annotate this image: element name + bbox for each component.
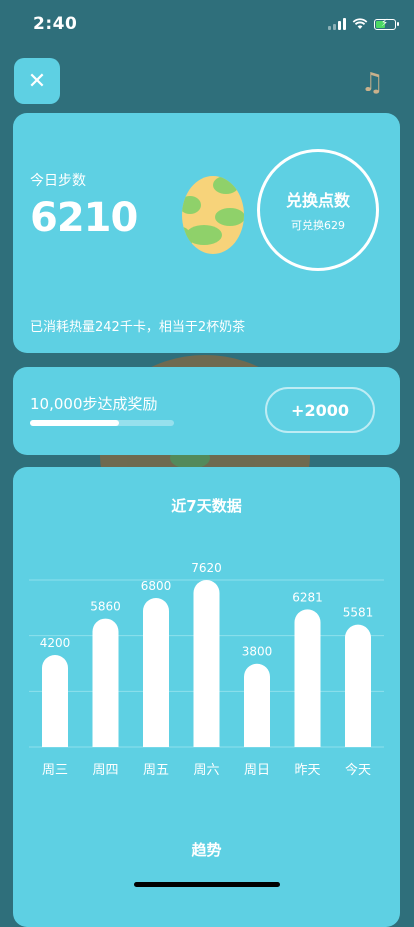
bar-value-label: 4200 xyxy=(40,636,71,650)
music-note-icon: ♫ xyxy=(360,68,384,98)
chart-bar xyxy=(244,663,270,747)
bar-value-label: 5860 xyxy=(90,600,121,614)
category-label: 昨天 xyxy=(294,763,320,778)
close-button[interactable]: ✕ xyxy=(14,58,60,104)
steps-label: 今日步数 xyxy=(30,173,86,189)
chart-bar xyxy=(92,618,119,747)
category-label: 周五 xyxy=(143,763,169,778)
bar-value-label: 6281 xyxy=(292,590,323,604)
exchange-points-button[interactable]: 兑换点数 可兑换629 xyxy=(257,149,379,271)
status-bar: 2:40 ⚡ xyxy=(0,0,414,48)
battery-icon: ⚡ xyxy=(374,18,399,30)
wifi-icon xyxy=(352,18,368,29)
status-icons: ⚡ xyxy=(328,16,399,32)
calories-text: 已消耗热量242千卡，相当于2杯奶茶 xyxy=(30,320,246,335)
status-time: 2:40 xyxy=(33,14,78,34)
goal-progress-fill xyxy=(30,420,120,426)
goal-card: 10,000步达成奖励 +2000 xyxy=(13,367,400,455)
reward-button[interactable]: +2000 xyxy=(265,387,375,433)
category-label: 周六 xyxy=(193,763,219,778)
steps-value: 6210 xyxy=(30,195,138,241)
chart-bar xyxy=(143,597,169,747)
bar-value-label: 7620 xyxy=(191,561,222,575)
home-indicator xyxy=(134,882,280,887)
chart-bar xyxy=(345,624,371,747)
chart-card: 近7天数据 4200 周三 5860 周四 6800 周五 7620 周六 3800 周日 6281… xyxy=(13,467,400,927)
exchange-available: 可兑换629 xyxy=(291,219,345,232)
bar-value-label: 5581 xyxy=(343,606,374,620)
chart-bar xyxy=(193,580,220,747)
chart-bar xyxy=(294,609,321,747)
category-label: 周三 xyxy=(42,763,68,778)
trend-label: 趋势 xyxy=(191,841,222,859)
exchange-title: 兑换点数 xyxy=(285,191,350,210)
goal-progress-bar xyxy=(30,420,174,426)
egg-icon xyxy=(182,176,244,254)
close-icon: ✕ xyxy=(27,68,47,94)
music-button[interactable]: ♫ xyxy=(361,68,384,98)
chart-bar xyxy=(42,654,68,747)
category-label: 今天 xyxy=(345,762,371,778)
category-label: 周日 xyxy=(244,763,270,778)
bar-value-label: 3800 xyxy=(242,645,273,659)
bar-value-label: 6800 xyxy=(141,579,172,593)
goal-label: 10,000步达成奖励 xyxy=(30,395,158,413)
bar-chart: 4200 周三 5860 周四 6800 周五 7620 周六 3800 周日 6281 昨天 5581… xyxy=(29,561,384,778)
steps-card: 今日步数 6210 兑换点数 可兑换629 已消耗热量242千卡，相当于2杯奶茶 xyxy=(13,113,400,353)
category-label: 周四 xyxy=(92,763,118,778)
signal-icon xyxy=(328,18,346,30)
